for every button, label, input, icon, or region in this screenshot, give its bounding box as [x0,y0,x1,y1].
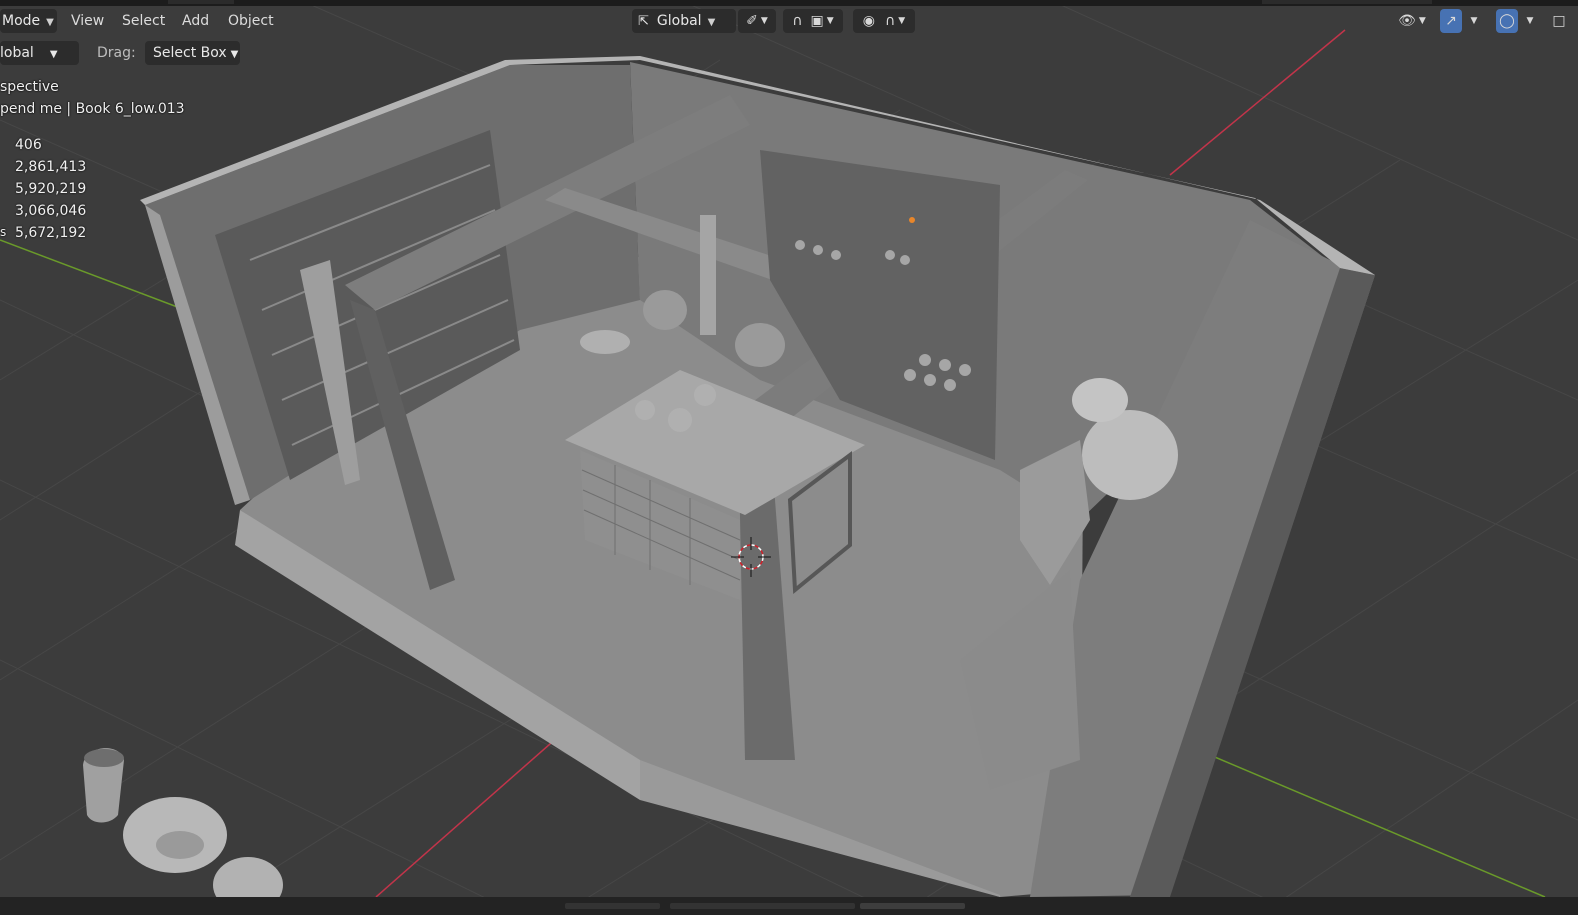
scene-render[interactable] [0,0,1578,915]
stat-vertices: 2,861,413 [15,159,87,175]
stat-faces: 3,066,046 [15,203,87,219]
active-object-info: pend me | Book 6_low.013 [0,101,185,117]
xray-icon: □ [1552,13,1566,29]
view-name: spective [0,79,59,95]
gizmo-icon: ↗ [1445,13,1457,29]
mode-dropdown[interactable]: Mode ▼ [0,9,57,33]
eye-icon: 👁 [1398,13,1416,29]
transform-orientation-label: Global [656,13,702,29]
status-bar [0,897,1578,915]
falloff-curve-icon: ∩ [885,13,896,29]
chevron-down-icon: ▼ [230,49,239,60]
gizmo-toggle[interactable]: ↗ [1440,9,1462,33]
snap-magnet-icon: ∩ [792,13,803,29]
drag-label: Drag: [97,45,136,61]
stat-triangles: 5,672,192 [15,225,87,241]
stat-edges: 5,920,219 [15,181,87,197]
stat-triangles-label: s [0,225,7,239]
menu-object[interactable]: Object [224,10,278,32]
chevron-down-icon: ▼ [707,17,716,28]
menu-view[interactable]: View [67,10,108,32]
chevron-down-icon: ▼ [898,16,906,26]
chevron-down-icon: ▼ [46,17,54,28]
drag-value: Select Box [153,45,227,61]
chevron-down-icon: ▼ [1526,16,1534,26]
proportional-editing-icon: ◉ [862,13,876,29]
chevron-down-icon: ▼ [826,16,834,26]
pivot-icon: ✐ [746,13,758,29]
transform-orientation-icon: ⇱ [638,14,649,29]
3d-viewport[interactable]: Mode ▼ View Select Add Object ⇱ Global ▼ ✐ ▼… [0,0,1578,915]
chevron-down-icon: ▼ [1470,16,1478,26]
xray-toggle[interactable]: □ [1548,9,1570,33]
status-segment [670,903,855,909]
menu-select[interactable]: Select [118,10,169,32]
mode-label: Mode [2,13,41,29]
pivot-point-button[interactable]: ✐ ▼ [738,9,776,33]
chevron-down-icon: ▼ [760,16,768,26]
overlay-toggle[interactable]: ◯ [1496,9,1518,33]
overlay-options[interactable]: ▼ [1522,9,1538,33]
transform-orientation-tool-dropdown[interactable]: lobal ▼ [0,41,79,65]
y-axis-line-far [1209,754,1546,898]
gizmo-options[interactable]: ▼ [1466,9,1482,33]
proportional-editing-group[interactable]: ◉ ∩ ▼ [853,9,915,33]
visibility-dropdown[interactable]: 👁 ▼ [1392,9,1432,33]
drag-dropdown[interactable]: Select Box ▼ [145,41,240,65]
menu-add[interactable]: Add [178,10,213,32]
x-axis-line-far [1169,29,1346,176]
transform-orientation-dropdown[interactable]: ⇱ Global ▼ [632,9,736,33]
chevron-down-icon: ▼ [1418,16,1426,26]
orientation-label: lobal [0,45,34,61]
selected-origin [909,217,915,223]
status-segment [860,903,965,909]
window-top-strip [0,0,1578,6]
snap-group[interactable]: ∩ ▣ ▼ [783,9,843,33]
snap-target-icon: ▣ [810,13,824,29]
stat-objects: 406 [15,137,42,153]
workspace-tab-right[interactable] [1262,0,1432,4]
workspace-tab[interactable] [168,0,234,4]
y-axis-line [0,239,181,309]
overlay-icon: ◯ [1499,13,1515,29]
chevron-down-icon: ▼ [49,49,58,60]
status-segment [565,903,660,909]
loose-props [83,748,283,913]
